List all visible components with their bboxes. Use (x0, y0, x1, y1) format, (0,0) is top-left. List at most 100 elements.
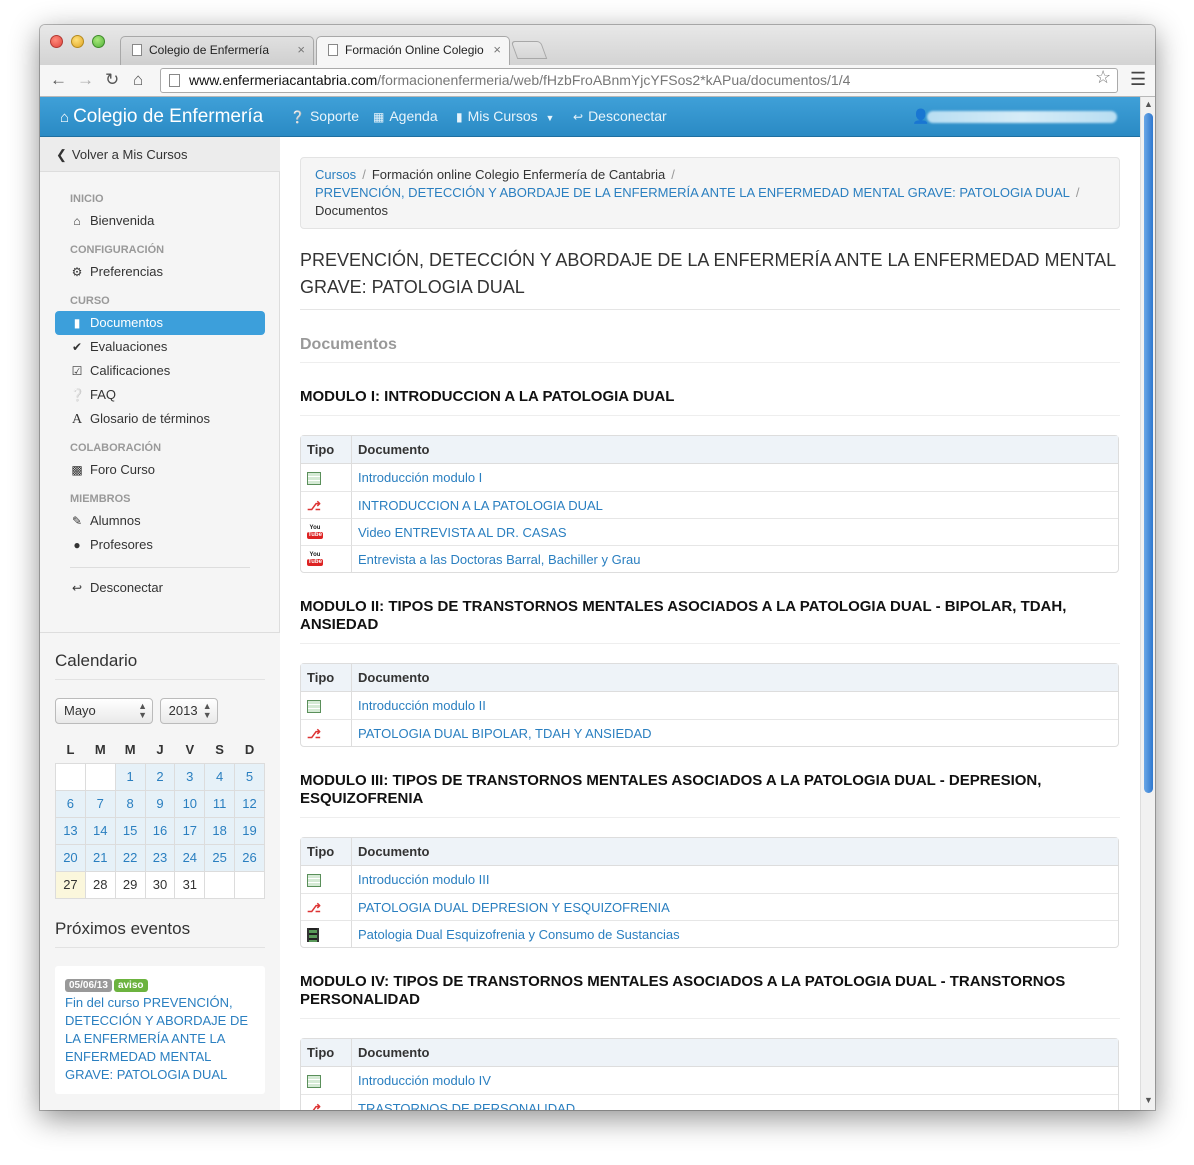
calendar-day[interactable]: 11 (204, 789, 236, 818)
doc-type-cell (301, 692, 352, 720)
sidebar-item-documentos[interactable]: ▮ Documentos (55, 311, 265, 335)
calendar-day[interactable]: 31 (174, 870, 206, 899)
calendar-day[interactable]: 29 (114, 870, 146, 899)
home-icon[interactable]: ⌂ (133, 70, 143, 90)
scrollbar[interactable]: ▲ ▼ (1140, 97, 1155, 1110)
calendar-day[interactable]: 26 (234, 843, 265, 872)
calendar-day[interactable]: 27 (55, 870, 86, 899)
doc-type-cell: You Tube (301, 545, 352, 573)
calendar-day[interactable]: 4 (204, 762, 236, 791)
sidebar-item-desconectar[interactable]: ↩ Desconectar (55, 576, 265, 600)
address-bar[interactable]: www.enfermeriacantabria.com/formacionenf… (160, 68, 1118, 93)
calendar-day[interactable]: 17 (174, 816, 206, 845)
calendar-day[interactable]: 30 (144, 870, 176, 899)
document-link[interactable]: PATOLOGIA DUAL DEPRESION Y ESQUIZOFRENIA (358, 900, 670, 915)
document-link[interactable]: Introducción modulo III (358, 872, 490, 887)
breadcrumb-link-course[interactable]: PREVENCIÓN, DETECCIÓN Y ABORDAJE DE LA E… (315, 185, 1070, 200)
calendar-day[interactable]: 6 (55, 789, 86, 818)
browser-tab-2[interactable]: Formación Online Colegio × (316, 36, 510, 65)
menu-icon[interactable]: ☰ (1130, 69, 1146, 90)
table-row: Introducción modulo I (301, 464, 1118, 491)
nav-mis-cursos[interactable]: ▮ Mis Cursos ▼ (456, 108, 554, 124)
calendar-day[interactable]: 10 (174, 789, 206, 818)
event-item[interactable]: 05/06/13 aviso Fin del curso PREVENCIÓN, … (55, 965, 265, 1094)
sidebar: ❮ Volver a Mis Cursos INICIO ⌂ Bienvenida … (40, 137, 280, 1110)
document-link[interactable]: TRASTORNOS DE PERSONALIDAD (358, 1101, 575, 1110)
browser-tab-1[interactable]: Colegio de Enfermería × (120, 36, 314, 65)
book-icon: ▮ (456, 110, 463, 124)
nav-agenda[interactable]: ▦ Agenda (373, 108, 438, 124)
scrollbar-thumb[interactable] (1144, 113, 1153, 793)
scroll-down-icon[interactable]: ▼ (1144, 1095, 1153, 1105)
document-link[interactable]: Introducción modulo IV (358, 1073, 491, 1088)
calendar-day[interactable]: 15 (114, 816, 146, 845)
document-link[interactable]: INTRODUCCION A LA PATOLOGIA DUAL (358, 498, 603, 513)
calendar-day[interactable]: 1 (114, 762, 146, 791)
calendar-day[interactable]: 5 (234, 762, 265, 791)
calendar-day[interactable]: 7 (84, 789, 116, 818)
calendar-day[interactable]: 8 (114, 789, 146, 818)
document-link[interactable]: Video ENTREVISTA AL DR. CASAS (358, 525, 567, 540)
sidebar-item-evaluaciones[interactable]: ✔ Evaluaciones (55, 335, 265, 359)
user-name-redacted[interactable] (927, 111, 1117, 123)
calendar-day[interactable]: 24 (174, 843, 206, 872)
reload-icon[interactable]: ↻ (105, 70, 119, 90)
forward-arrow-icon[interactable]: → (77, 70, 94, 90)
event-link[interactable]: Fin del curso PREVENCIÓN, DETECCIÓN Y AB… (65, 994, 255, 1084)
document-link[interactable]: Patologia Dual Esquizofrenia y Consumo d… (358, 927, 680, 942)
document-link[interactable]: Introducción modulo II (358, 698, 486, 713)
calendar-day[interactable]: 16 (144, 816, 176, 845)
month-select[interactable]: Mayo ▲ ▼ (55, 698, 153, 724)
doc-name-cell: PATOLOGIA DUAL DEPRESION Y ESQUIZOFRENIA (352, 893, 1118, 920)
breadcrumb-link-cursos[interactable]: Cursos (315, 167, 356, 182)
minimize-window-button[interactable] (71, 35, 84, 48)
bookmark-star-icon[interactable]: ☆ (1095, 67, 1111, 88)
sidebar-item-alumnos[interactable]: ✎ Alumnos (55, 509, 265, 533)
calendar-day[interactable]: 25 (204, 843, 236, 872)
pdf-icon: ⎇ (307, 1101, 321, 1110)
calendar-day[interactable]: 23 (144, 843, 176, 872)
sidebar-item-preferencias[interactable]: ⚙ Preferencias (55, 260, 265, 284)
calendar-day[interactable]: 9 (144, 789, 176, 818)
document-link[interactable]: Introducción modulo I (358, 470, 482, 485)
calendar-empty-cell (84, 762, 116, 791)
close-tab-icon[interactable]: × (493, 42, 501, 57)
back-to-courses-link[interactable]: ❮ Volver a Mis Cursos (40, 137, 280, 172)
calendar-day[interactable]: 21 (84, 843, 116, 872)
sidebar-item-bienvenida[interactable]: ⌂ Bienvenida (55, 209, 265, 233)
calendar-section: Calendario Mayo ▲ ▼ 2013 ▲ ▼ LMMJVSD 1234567… (40, 632, 280, 1110)
sidebar-item-foro[interactable]: ▩ Foro Curso (55, 458, 265, 482)
sidebar-item-faq[interactable]: ❔ FAQ (55, 383, 265, 407)
document-link[interactable]: PATOLOGIA DUAL BIPOLAR, TDAH Y ANSIEDAD (358, 726, 652, 741)
calendar-day[interactable]: 19 (234, 816, 265, 845)
logout-icon: ↩ (71, 581, 83, 595)
table-row: ⎇ PATOLOGIA DUAL BIPOLAR, TDAH Y ANSIEDAD (301, 719, 1118, 747)
year-select[interactable]: 2013 ▲ ▼ (159, 698, 218, 724)
calendar-day[interactable]: 18 (204, 816, 236, 845)
calendar-day[interactable]: 28 (84, 870, 116, 899)
new-tab-button[interactable] (510, 41, 548, 59)
select-arrows-icon: ▲ ▼ (202, 701, 212, 720)
nav-desconectar[interactable]: ↩ Desconectar (573, 108, 667, 124)
module-title: MODULO I: INTRODUCCION A LA PATOLOGIA DU… (300, 388, 1120, 416)
sidebar-item-profesores[interactable]: ● Profesores (55, 533, 265, 557)
scroll-up-icon[interactable]: ▲ (1144, 99, 1153, 109)
zoom-window-button[interactable] (92, 35, 105, 48)
document-link[interactable]: Entrevista a las Doctoras Barral, Bachil… (358, 552, 641, 567)
url-host: www.enfermeriacantabria.com (189, 72, 378, 88)
calendar-day[interactable]: 13 (55, 816, 86, 845)
brand-link[interactable]: ⌂ Colegio de Enfermería (60, 106, 263, 128)
close-tab-icon[interactable]: × (297, 42, 305, 57)
sidebar-item-calificaciones[interactable]: ☑ Calificaciones (55, 359, 265, 383)
sidebar-item-glosario[interactable]: A Glosario de términos (55, 407, 265, 431)
calendar-day[interactable]: 12 (234, 789, 265, 818)
column-header-tipo: Tipo (301, 664, 352, 693)
calendar-day[interactable]: 22 (114, 843, 146, 872)
calendar-day[interactable]: 20 (55, 843, 86, 872)
calendar-day[interactable]: 3 (174, 762, 206, 791)
back-arrow-icon[interactable]: ← (50, 70, 67, 90)
close-window-button[interactable] (50, 35, 63, 48)
calendar-day[interactable]: 2 (144, 762, 176, 791)
calendar-day[interactable]: 14 (84, 816, 116, 845)
nav-soporte[interactable]: ❔ Soporte (290, 108, 359, 124)
